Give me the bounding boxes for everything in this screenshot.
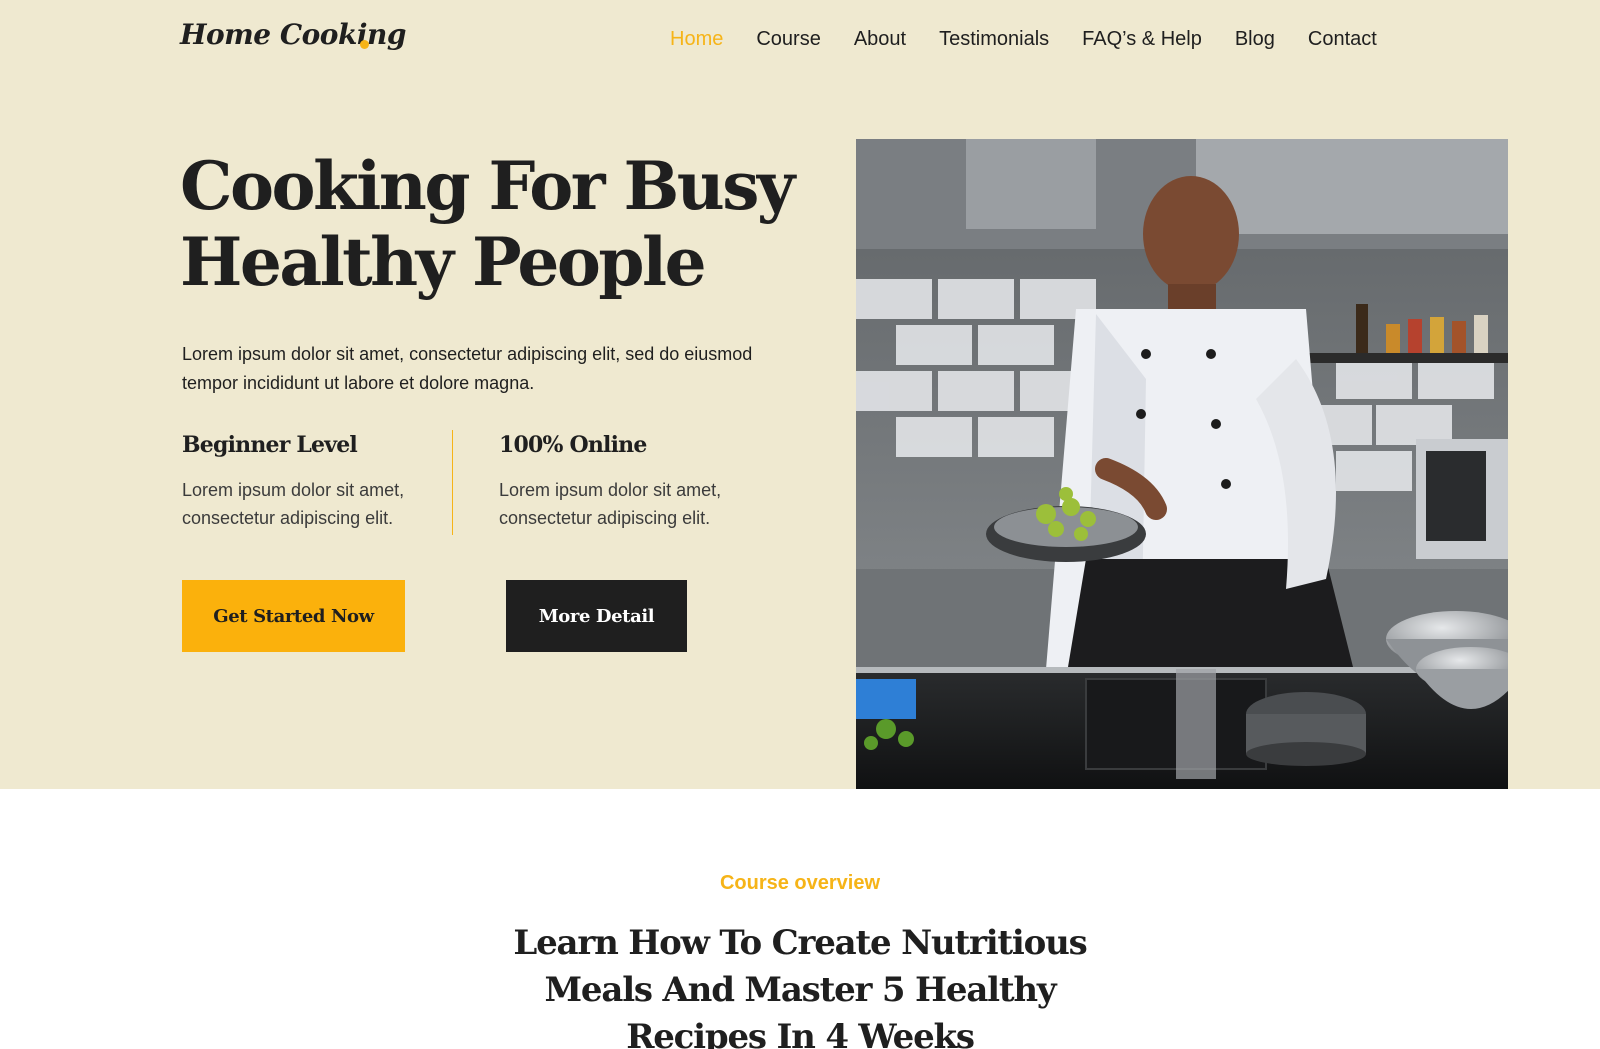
nav-item-faq[interactable]: FAQ’s & Help bbox=[1082, 28, 1202, 51]
feature-text: Lorem ipsum dolor sit amet, consectetur … bbox=[499, 480, 722, 528]
course-section-title: Learn How To Create Nutritious Meals And… bbox=[513, 923, 1087, 1049]
brand-logo[interactable]: Home Cooking bbox=[180, 18, 406, 51]
feature-title: 100% Online bbox=[499, 432, 647, 458]
feature-divider bbox=[452, 430, 453, 535]
logo-dot-icon bbox=[360, 40, 369, 49]
feature-text: Lorem ipsum dolor sit amet, consectetur … bbox=[182, 480, 405, 528]
course-overview-eyebrow: Course overview bbox=[719, 872, 881, 894]
main-nav: Home Course About Testimonials FAQ’s & H… bbox=[670, 24, 1377, 54]
nav-item-blog[interactable]: Blog bbox=[1235, 28, 1275, 51]
nav-item-contact[interactable]: Contact bbox=[1308, 28, 1377, 51]
chef-cooking-photo-icon bbox=[856, 139, 1508, 789]
get-started-button[interactable]: Get Started Now bbox=[182, 580, 405, 652]
feature-online: 100% Online Lorem ipsum dolor sit amet, … bbox=[499, 432, 749, 532]
nav-item-course[interactable]: Course bbox=[756, 28, 820, 51]
feature-beginner-level: Beginner Level Lorem ipsum dolor sit ame… bbox=[182, 432, 432, 532]
nav-item-home[interactable]: Home bbox=[670, 28, 723, 51]
nav-item-testimonials[interactable]: Testimonials bbox=[939, 28, 1049, 51]
nav-item-about[interactable]: About bbox=[854, 28, 906, 51]
hero-title: Cooking For Busy Healthy People bbox=[180, 147, 795, 301]
feature-title: Beginner Level bbox=[182, 432, 358, 458]
hero-description: Lorem ipsum dolor sit amet, consectetur … bbox=[182, 344, 753, 393]
more-detail-button[interactable]: More Detail bbox=[506, 580, 687, 652]
